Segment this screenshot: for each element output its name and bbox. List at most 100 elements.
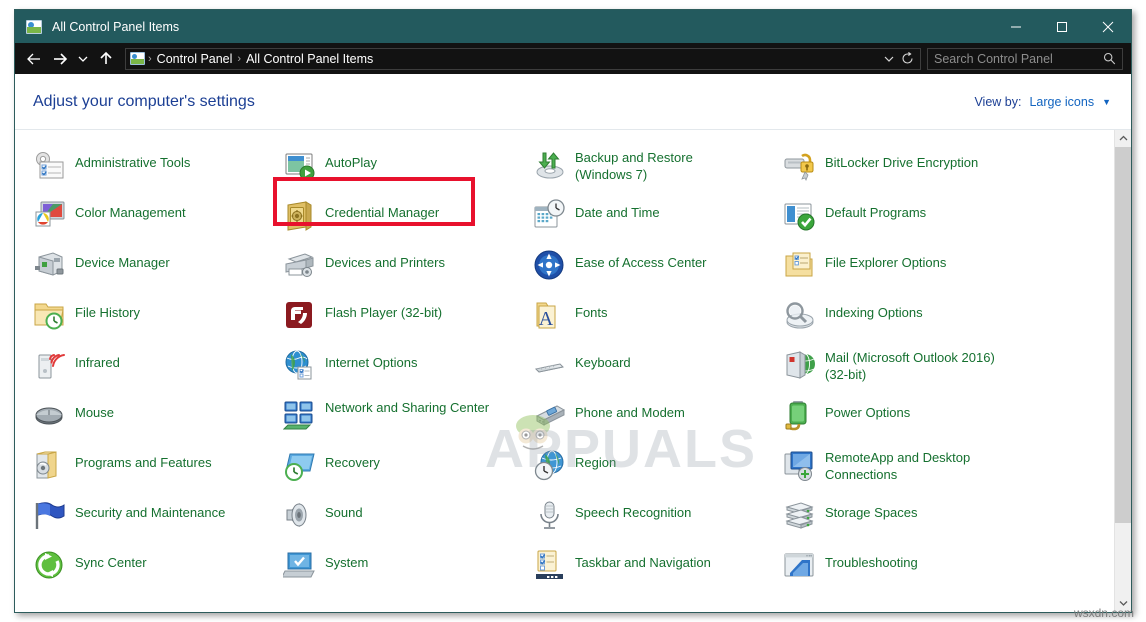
item-label[interactable]: Administrative Tools [75, 149, 190, 172]
control-panel-item[interactable]: AutoPlay [283, 146, 533, 196]
close-button[interactable] [1085, 10, 1131, 43]
control-panel-item[interactable]: Sound [283, 496, 533, 546]
item-label[interactable]: Sync Center [75, 549, 147, 572]
control-panel-item[interactable]: Programs and Features [33, 446, 283, 496]
item-label[interactable]: Default Programs [825, 199, 926, 222]
control-panel-item[interactable]: Speech Recognition [533, 496, 783, 546]
control-panel-item[interactable]: Backup and Restore (Windows 7) [533, 146, 783, 196]
search-icon[interactable] [1103, 52, 1116, 65]
control-panel-item[interactable]: Region [533, 446, 783, 496]
control-panel-item[interactable]: Devices and Printers [283, 246, 533, 296]
control-panel-item[interactable]: Flash Player (32-bit) [283, 296, 533, 346]
item-label[interactable]: Color Management [75, 199, 186, 222]
control-panel-item[interactable]: Mail (Microsoft Outlook 2016) (32-bit) [783, 346, 1033, 396]
address-chevron-down-icon[interactable] [880, 49, 898, 69]
control-panel-item[interactable]: Color Management [33, 196, 283, 246]
control-panel-item[interactable]: Phone and Modem [533, 396, 783, 446]
control-panel-item[interactable]: File Explorer Options [783, 246, 1033, 296]
troubleshooting-icon [783, 549, 816, 582]
item-label[interactable]: Internet Options [325, 349, 418, 372]
window-title: All Control Panel Items [52, 20, 179, 34]
breadcrumb-all-control-panel-items[interactable]: All Control Panel Items [242, 52, 377, 66]
item-label[interactable]: Credential Manager [325, 199, 439, 222]
item-label[interactable]: Flash Player (32-bit) [325, 299, 442, 322]
control-panel-item[interactable]: Sync Center [33, 546, 283, 596]
item-label[interactable]: Indexing Options [825, 299, 923, 322]
address-bar[interactable]: › Control Panel › All Control Panel Item… [125, 48, 921, 70]
search-control-panel-box[interactable]: Search Control Panel [927, 48, 1123, 70]
control-panel-item[interactable]: Network and Sharing Center [283, 396, 533, 446]
item-label[interactable]: RemoteApp and Desktop Connections [825, 449, 1003, 483]
item-label[interactable]: Region [575, 449, 616, 472]
scrollbar-track[interactable] [1115, 147, 1131, 595]
control-panel-item[interactable]: Keyboard [533, 346, 783, 396]
back-arrow-icon[interactable] [21, 46, 47, 72]
scrollbar-thumb[interactable] [1115, 147, 1131, 523]
scroll-up-chevron-up-icon[interactable] [1115, 130, 1131, 147]
recovery-icon [283, 449, 316, 482]
refresh-icon[interactable] [898, 49, 916, 69]
control-panel-item[interactable]: BitLocker Drive Encryption [783, 146, 1033, 196]
item-label[interactable]: Troubleshooting [825, 549, 918, 572]
item-label[interactable]: Speech Recognition [575, 499, 691, 522]
vertical-scrollbar[interactable] [1114, 130, 1131, 612]
title-bar: All Control Panel Items [15, 10, 1131, 43]
chevron-down-icon[interactable]: ▼ [1102, 97, 1111, 107]
control-panel-item[interactable]: Date and Time [533, 196, 783, 246]
item-label[interactable]: Mail (Microsoft Outlook 2016) (32-bit) [825, 349, 1003, 383]
control-panel-item[interactable]: Infrared [33, 346, 283, 396]
control-panel-item[interactable]: Ease of Access Center [533, 246, 783, 296]
control-panel-item[interactable]: Internet Options [283, 346, 533, 396]
control-panel-item[interactable]: Storage Spaces [783, 496, 1033, 546]
up-arrow-icon[interactable] [93, 46, 119, 72]
view-by-control[interactable]: View by: Large icons ▼ [974, 95, 1111, 109]
breadcrumb-control-panel[interactable]: Control Panel [153, 52, 237, 66]
forward-arrow-icon[interactable] [47, 46, 73, 72]
control-panel-item[interactable]: Administrative Tools [33, 146, 283, 196]
scroll-down-chevron-down-icon[interactable] [1115, 595, 1131, 612]
maximize-button[interactable] [1039, 10, 1085, 43]
item-label[interactable]: System [325, 549, 368, 572]
item-label[interactable]: Keyboard [575, 349, 631, 372]
item-label[interactable]: Storage Spaces [825, 499, 918, 522]
item-label[interactable]: File History [75, 299, 140, 322]
control-panel-item[interactable]: A Fonts [533, 296, 783, 346]
control-panel-item[interactable]: Mouse [33, 396, 283, 446]
item-label[interactable]: Fonts [575, 299, 608, 322]
item-label[interactable]: Date and Time [575, 199, 660, 222]
control-panel-item[interactable]: Recovery [283, 446, 533, 496]
item-label[interactable]: Security and Maintenance [75, 499, 225, 522]
search-input[interactable]: Search Control Panel [934, 52, 1103, 66]
item-label[interactable]: Devices and Printers [325, 249, 445, 272]
item-label[interactable]: Power Options [825, 399, 910, 422]
address-bar-actions [880, 49, 916, 69]
item-label[interactable]: Recovery [325, 449, 380, 472]
item-label[interactable]: Taskbar and Navigation [575, 549, 711, 572]
control-panel-item[interactable]: Device Manager [33, 246, 283, 296]
control-panel-item[interactable]: Indexing Options [783, 296, 1033, 346]
control-panel-item[interactable]: Taskbar and Navigation [533, 546, 783, 596]
minimize-button[interactable] [993, 10, 1039, 43]
item-label[interactable]: BitLocker Drive Encryption [825, 149, 978, 172]
item-label[interactable]: Backup and Restore (Windows 7) [575, 149, 753, 183]
item-label[interactable]: AutoPlay [325, 149, 377, 172]
item-label[interactable]: Sound [325, 499, 363, 522]
control-panel-item[interactable]: File History [33, 296, 283, 346]
item-label[interactable]: File Explorer Options [825, 249, 946, 272]
control-panel-item[interactable]: RemoteApp and Desktop Connections [783, 446, 1033, 496]
control-panel-item[interactable]: Credential Manager [283, 196, 533, 246]
item-label[interactable]: Network and Sharing Center [325, 399, 489, 417]
item-label[interactable]: Device Manager [75, 249, 170, 272]
item-label[interactable]: Mouse [75, 399, 114, 422]
item-label[interactable]: Programs and Features [75, 449, 212, 472]
control-panel-item[interactable]: Default Programs [783, 196, 1033, 246]
item-label[interactable]: Infrared [75, 349, 120, 372]
item-label[interactable]: Ease of Access Center [575, 249, 707, 272]
view-by-value[interactable]: Large icons [1029, 95, 1094, 109]
item-label[interactable]: Phone and Modem [575, 399, 685, 422]
control-panel-item[interactable]: Power Options [783, 396, 1033, 446]
control-panel-item[interactable]: Troubleshooting [783, 546, 1033, 596]
control-panel-item[interactable]: System [283, 546, 533, 596]
recent-locations-chevron-down-icon[interactable] [73, 46, 93, 72]
control-panel-item[interactable]: Security and Maintenance [33, 496, 283, 546]
